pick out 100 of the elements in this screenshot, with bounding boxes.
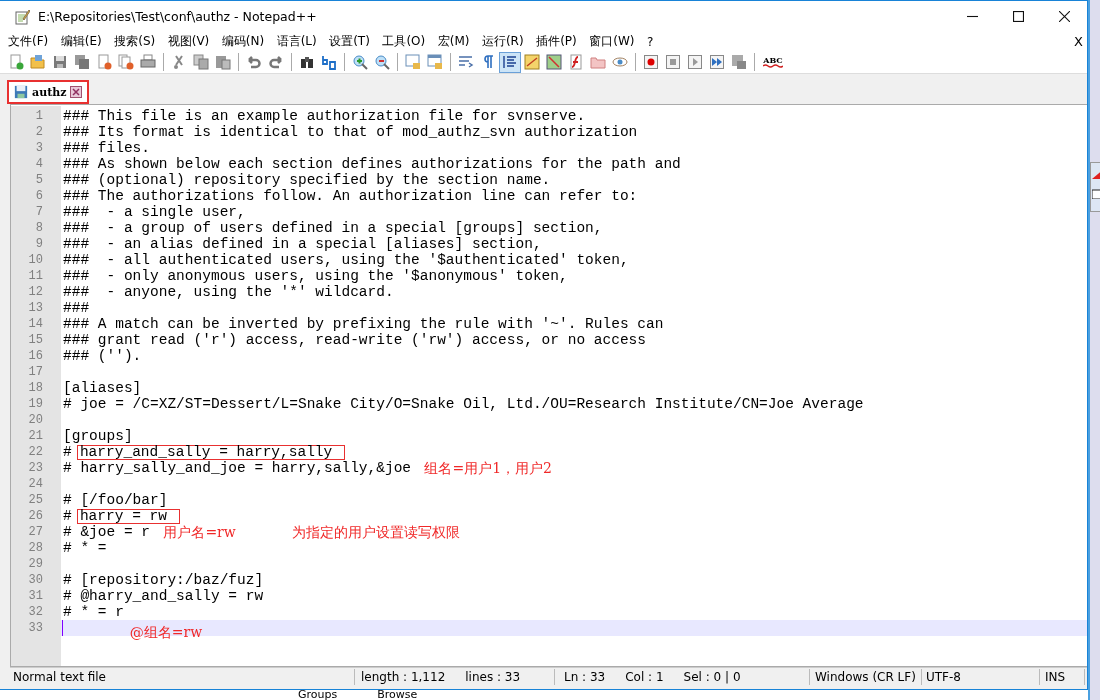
notepad-icon xyxy=(14,8,30,25)
annotation-note: 用户名=rw xyxy=(163,524,236,540)
code-line: ### (''). xyxy=(63,348,142,364)
menu-item[interactable]: 编码(N) xyxy=(221,33,265,50)
menu-item[interactable]: 编辑(E) xyxy=(60,33,102,50)
line-number: 31 xyxy=(27,588,44,604)
line-number: 8 xyxy=(34,220,44,236)
code-line: [aliases] xyxy=(63,380,142,396)
indent-guide-icon[interactable] xyxy=(499,51,521,73)
status-mode: INS xyxy=(1040,669,1085,685)
code-line: ### - a single user, xyxy=(63,204,246,220)
code-line: # [/foo/bar] xyxy=(63,492,168,508)
code-line: # joe = /C=XZ/ST=Dessert/L=Snake City/O=Snake Oil, Ltd./OU=Research Institute/CN=Joe Average xyxy=(63,396,864,412)
line-number: 1 xyxy=(34,108,44,124)
line-number: 11 xyxy=(27,268,44,284)
status-selection: Sel : 0 | 0 xyxy=(683,669,741,685)
code-line: ### - anyone, using the '*' wildcard. xyxy=(63,284,394,300)
line-number: 3 xyxy=(34,140,44,156)
code-line: ### A match can be inverted by prefixing the rule with '~'. Rules can xyxy=(63,316,664,332)
file-tab[interactable]: authz xyxy=(7,80,90,104)
line-number: 22 xyxy=(27,444,44,460)
status-file-type: Normal text file xyxy=(10,669,355,685)
code-line: # @harry_and_sally = rw xyxy=(63,588,264,604)
status-eol: Windows (CR LF) xyxy=(810,669,922,685)
line-number: 24 xyxy=(27,476,44,492)
menu-item[interactable]: 工具(O) xyxy=(382,33,426,50)
menu-item[interactable]: 搜索(S) xyxy=(114,33,156,50)
line-number: 29 xyxy=(27,556,44,572)
text-cursor xyxy=(62,620,63,636)
line-number: 15 xyxy=(27,332,44,348)
line-number: 18 xyxy=(27,380,44,396)
code-line: ### The authorizations follow. An authorization line can refer to: xyxy=(63,188,638,204)
highlighted-code: harry = rw xyxy=(76,508,181,524)
code-line: ### - an alias defined in a special [aliases] section, xyxy=(63,236,542,252)
line-number: 21 xyxy=(27,428,44,444)
code-line: ### files. xyxy=(63,140,150,156)
code-line: ### This file is an example authorization file for svnserve. xyxy=(63,108,586,124)
line-number: 2 xyxy=(34,124,44,140)
line-number: 14 xyxy=(27,316,44,332)
code-line: # harry_sally_and_joe = harry,sally,&joe xyxy=(63,460,412,476)
line-number: 4 xyxy=(34,156,44,172)
code-line: ### - all authenticated users, using the '$authenticated' token, xyxy=(63,252,629,268)
code-line: # xyxy=(63,444,72,460)
status-column: Col : 1 xyxy=(625,669,664,685)
line-number: 13 xyxy=(27,300,44,316)
code-line: ### Its format is identical to that of mod_authz_svn authorization xyxy=(63,124,638,140)
code-line: ### (optional) repository specified by the section name. xyxy=(63,172,551,188)
line-number: 10 xyxy=(27,252,44,268)
line-number: 17 xyxy=(27,364,44,380)
copy-icon[interactable] xyxy=(190,51,212,73)
close-icon[interactable] xyxy=(70,86,83,98)
code-line: # * = xyxy=(63,540,107,556)
status-length: length : 1,112 xyxy=(361,669,446,685)
menu-item[interactable]: 设置(T) xyxy=(329,33,370,50)
code-line: # [repository:/baz/fuz] xyxy=(63,572,264,588)
line-number: 16 xyxy=(27,348,44,364)
line-number: 12 xyxy=(27,284,44,300)
line-number: 27 xyxy=(27,524,44,540)
code-line: [groups] xyxy=(63,428,133,444)
map-icon[interactable] xyxy=(543,51,565,73)
code-line: # * = r xyxy=(63,604,124,620)
line-number: 23 xyxy=(27,460,44,476)
status-encoding: UTF-8 xyxy=(922,669,1040,685)
highlighted-code: harry_and_sally = harry,sally xyxy=(76,444,346,460)
code-line: # xyxy=(63,508,72,524)
code-line: ### - only anonymous users, using the '$anonymous' token, xyxy=(63,268,568,284)
line-number: 19 xyxy=(27,396,44,412)
menu-item[interactable]: 窗口(W) xyxy=(589,33,635,50)
line-number: 25 xyxy=(27,492,44,508)
background-label: Groups xyxy=(298,691,338,700)
line-number: 6 xyxy=(34,188,44,204)
line-number: 26 xyxy=(27,508,44,524)
line-number: 28 xyxy=(27,540,44,556)
menu-item[interactable]: 视图(V) xyxy=(167,33,210,50)
line-number: 30 xyxy=(27,572,44,588)
code-line: ### xyxy=(63,300,90,316)
menu-item[interactable]: 宏(M) xyxy=(437,33,470,50)
line-number: 33 xyxy=(27,620,44,636)
page-edit-icon[interactable] xyxy=(521,51,543,73)
code-line: ### grant read ('r') access, read-write ('rw') access, or no access xyxy=(63,332,646,348)
annotation-note: 为指定的用户设置读写权限 xyxy=(291,524,460,540)
tab-label: authz xyxy=(32,85,67,99)
background-label: Browse xyxy=(377,691,418,700)
status-lines: lines : 33 xyxy=(465,669,521,685)
code-line: # &joe = r xyxy=(63,524,150,540)
annotation-note: 组名=用户1，用户2 xyxy=(424,460,552,476)
code-line: ### - a group of users defined in a special [groups] section, xyxy=(63,220,603,236)
menu-item[interactable]: ? xyxy=(646,34,654,49)
menu-item[interactable]: 文件(F) xyxy=(8,33,49,50)
menu-item[interactable]: 插件(P) xyxy=(536,33,577,50)
close-document-button[interactable]: X xyxy=(1074,34,1083,49)
status-line: Ln : 33 xyxy=(564,669,606,685)
menu-item[interactable]: 运行(R) xyxy=(481,33,524,50)
line-number: 9 xyxy=(34,236,44,252)
line-number: 32 xyxy=(27,604,44,620)
line-number: 7 xyxy=(34,204,44,220)
line-number: 20 xyxy=(27,412,44,428)
menu-item[interactable]: 语言(L) xyxy=(276,33,317,50)
code-line: ### As shown below each section defines authorizations for the path and xyxy=(63,156,681,172)
window-title: E:\Repositories\Test\conf\authz - Notepad++ xyxy=(38,9,317,24)
